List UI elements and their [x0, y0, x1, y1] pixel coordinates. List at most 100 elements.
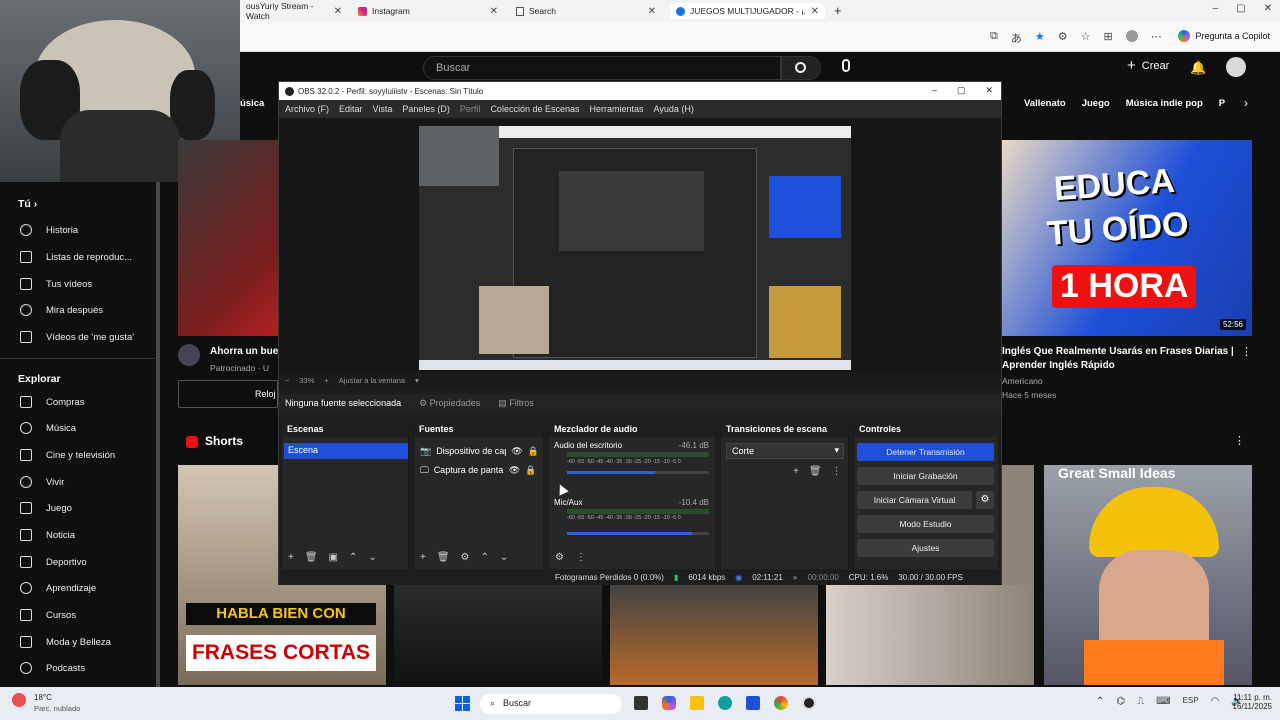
trash-icon[interactable]: 🗑	[809, 466, 822, 477]
restore-icon[interactable]: ▢	[957, 85, 966, 96]
gear-icon[interactable]: ⚙	[976, 491, 994, 509]
language[interactable]: ESP	[1183, 696, 1199, 707]
zoom-out-icon[interactable]: −	[285, 376, 289, 385]
more-vert-icon[interactable]: ⋮	[1241, 345, 1252, 358]
search-button[interactable]	[781, 56, 821, 80]
obs-preview-area[interactable]	[279, 118, 1001, 372]
chevron-down-icon[interactable]: ▾	[415, 376, 419, 385]
move-down-icon[interactable]: ⌄	[368, 552, 376, 563]
sidebar-item-courses[interactable]: Cursos	[0, 604, 150, 626]
chevron-up-icon[interactable]: ⌃	[1096, 696, 1104, 707]
task-view-icon[interactable]	[634, 696, 648, 710]
chip[interactable]: Vallenato	[1024, 98, 1066, 109]
add-icon[interactable]: +	[793, 466, 799, 477]
favorites-icon[interactable]: ☆	[1081, 30, 1091, 46]
menu-view[interactable]: Vista	[373, 104, 393, 114]
short-thumbnail[interactable]	[826, 585, 1034, 685]
sidebar-item-your-videos[interactable]: Tus vídeos	[0, 273, 150, 295]
edge-icon[interactable]	[718, 696, 732, 710]
volume-slider[interactable]	[567, 532, 709, 535]
ad-button[interactable]: Reloj	[178, 380, 278, 408]
move-up-icon[interactable]: ⌃	[349, 552, 357, 563]
close-icon[interactable]: ✕	[334, 6, 342, 17]
usb-icon[interactable]: ⎍	[1137, 696, 1144, 707]
chip[interactable]: P	[1219, 98, 1225, 109]
ad-thumbnail[interactable]	[178, 140, 278, 336]
menu-docks[interactable]: Paneles (D)	[402, 104, 450, 114]
wifi-icon[interactable]: ◠	[1211, 696, 1220, 707]
chrome-icon[interactable]	[774, 696, 788, 710]
sidebar-item-movies[interactable]: Cine y televisión	[0, 444, 150, 466]
tab-watch[interactable]: ousYuriy Stream - Watch ✕	[240, 1, 348, 21]
notifications-icon[interactable]: 🔔	[1190, 60, 1206, 76]
transition-select[interactable]: Corte ▾	[726, 443, 844, 459]
scene-item[interactable]: Escena	[284, 443, 408, 459]
menu-file[interactable]: Archivo (F)	[285, 104, 329, 114]
weather-temp[interactable]: 18°C	[34, 693, 52, 702]
more-icon[interactable]: ⋯	[1151, 30, 1162, 46]
keyboard-icon[interactable]: ⌨	[1156, 696, 1170, 707]
translate-icon[interactable]: あ	[1011, 30, 1022, 46]
video-channel[interactable]: Americano	[1002, 376, 1043, 386]
copilot-app-icon[interactable]	[662, 696, 676, 710]
restore-icon[interactable]: ▢	[1236, 3, 1245, 14]
windows-start-icon[interactable]	[455, 696, 470, 711]
sidebar-item-sports[interactable]: Deportivo	[0, 551, 150, 573]
stop-stream-button[interactable]: Detener Transmisión	[857, 443, 994, 461]
search-input[interactable]: Buscar	[423, 56, 781, 80]
eye-icon[interactable]: 👁	[509, 465, 520, 476]
sidebar-item-liked[interactable]: Vídeos de 'me gusta'	[0, 326, 150, 348]
sidebar-item-fashion[interactable]: Moda y Belleza	[0, 631, 150, 653]
source-item[interactable]: 📷 Dispositivo de cap 👁 🔒	[420, 443, 540, 459]
menu-scene-collection[interactable]: Colección de Escenas	[490, 104, 579, 114]
filter-icon[interactable]: ▣	[329, 552, 338, 563]
copilot-button[interactable]: Pregunta a Copilot	[1178, 27, 1270, 45]
short-thumbnail[interactable]: Great Small Ideas	[1044, 465, 1252, 685]
split-icon[interactable]: ⧉	[990, 30, 998, 46]
more-vert-icon[interactable]: ⋮	[1234, 434, 1245, 447]
avatar[interactable]	[1226, 57, 1246, 77]
video-thumbnail[interactable]: EDUCA TU OÍDO 1 HORA 52:56	[1002, 140, 1252, 336]
filters-button[interactable]: ▤ Filtros	[498, 398, 534, 409]
studio-mode-button[interactable]: Modo Estudio	[857, 515, 994, 533]
lock-icon[interactable]: 🔒	[525, 465, 536, 476]
sidebar-item-shopping[interactable]: Compras	[0, 391, 150, 413]
chip[interactable]: Juego	[1082, 98, 1110, 109]
sidebar-item-learning[interactable]: Aprendizaje	[0, 577, 150, 599]
create-button[interactable]: + Crear	[1127, 58, 1169, 73]
new-tab-button[interactable]: +	[834, 3, 842, 18]
sidebar-item-watch-later[interactable]: Mira después	[0, 299, 150, 321]
sidebar-item-podcasts[interactable]: Podcasts	[0, 657, 150, 679]
sidebar-item-history[interactable]: Historia	[0, 219, 150, 241]
close-icon[interactable]: ✕	[1264, 3, 1272, 14]
ad-title[interactable]: Ahorra un bue	[210, 346, 278, 357]
menu-edit[interactable]: Editar	[339, 104, 363, 114]
move-up-icon[interactable]: ⌃	[481, 552, 489, 563]
gear-icon[interactable]: ⚙	[461, 552, 470, 563]
settings-button[interactable]: Ajustes	[857, 539, 994, 557]
microphone-icon[interactable]	[842, 59, 850, 72]
trash-icon[interactable]: 🗑	[437, 552, 450, 563]
store-icon[interactable]	[746, 696, 760, 710]
tab-juegos[interactable]: JUEGOS MULTIJUGADOR - ¡A ju ✕	[670, 3, 825, 19]
sidebar-item-news[interactable]: Noticia	[0, 524, 150, 546]
star-icon[interactable]: ★	[1035, 30, 1045, 46]
sidebar-item-gaming[interactable]: Juego	[0, 497, 150, 519]
move-down-icon[interactable]: ⌄	[500, 552, 508, 563]
sidebar-item-music[interactable]: Música	[0, 417, 150, 439]
weather-icon[interactable]	[12, 693, 26, 707]
more-vert-icon[interactable]: ⋮	[576, 552, 586, 563]
lock-icon[interactable]: 🔒	[528, 446, 539, 457]
settings-icon[interactable]: ⚙	[555, 552, 564, 563]
chevron-right-icon[interactable]: ›	[1244, 96, 1248, 110]
zoom-in-icon[interactable]: +	[324, 376, 328, 385]
chip[interactable]: Música indie pop	[1126, 98, 1203, 109]
close-icon[interactable]: ✕	[648, 6, 656, 17]
close-icon[interactable]: ✕	[490, 6, 498, 17]
trash-icon[interactable]: 🗑	[305, 552, 318, 563]
tab-search[interactable]: Search ✕	[510, 3, 662, 19]
taskbar-search[interactable]: ⌕ Buscar	[480, 694, 622, 714]
clock[interactable]: 11:11 p. m. 16/11/2025	[1228, 693, 1272, 711]
add-icon[interactable]: +	[288, 552, 294, 563]
obs-app-icon[interactable]	[802, 696, 816, 710]
